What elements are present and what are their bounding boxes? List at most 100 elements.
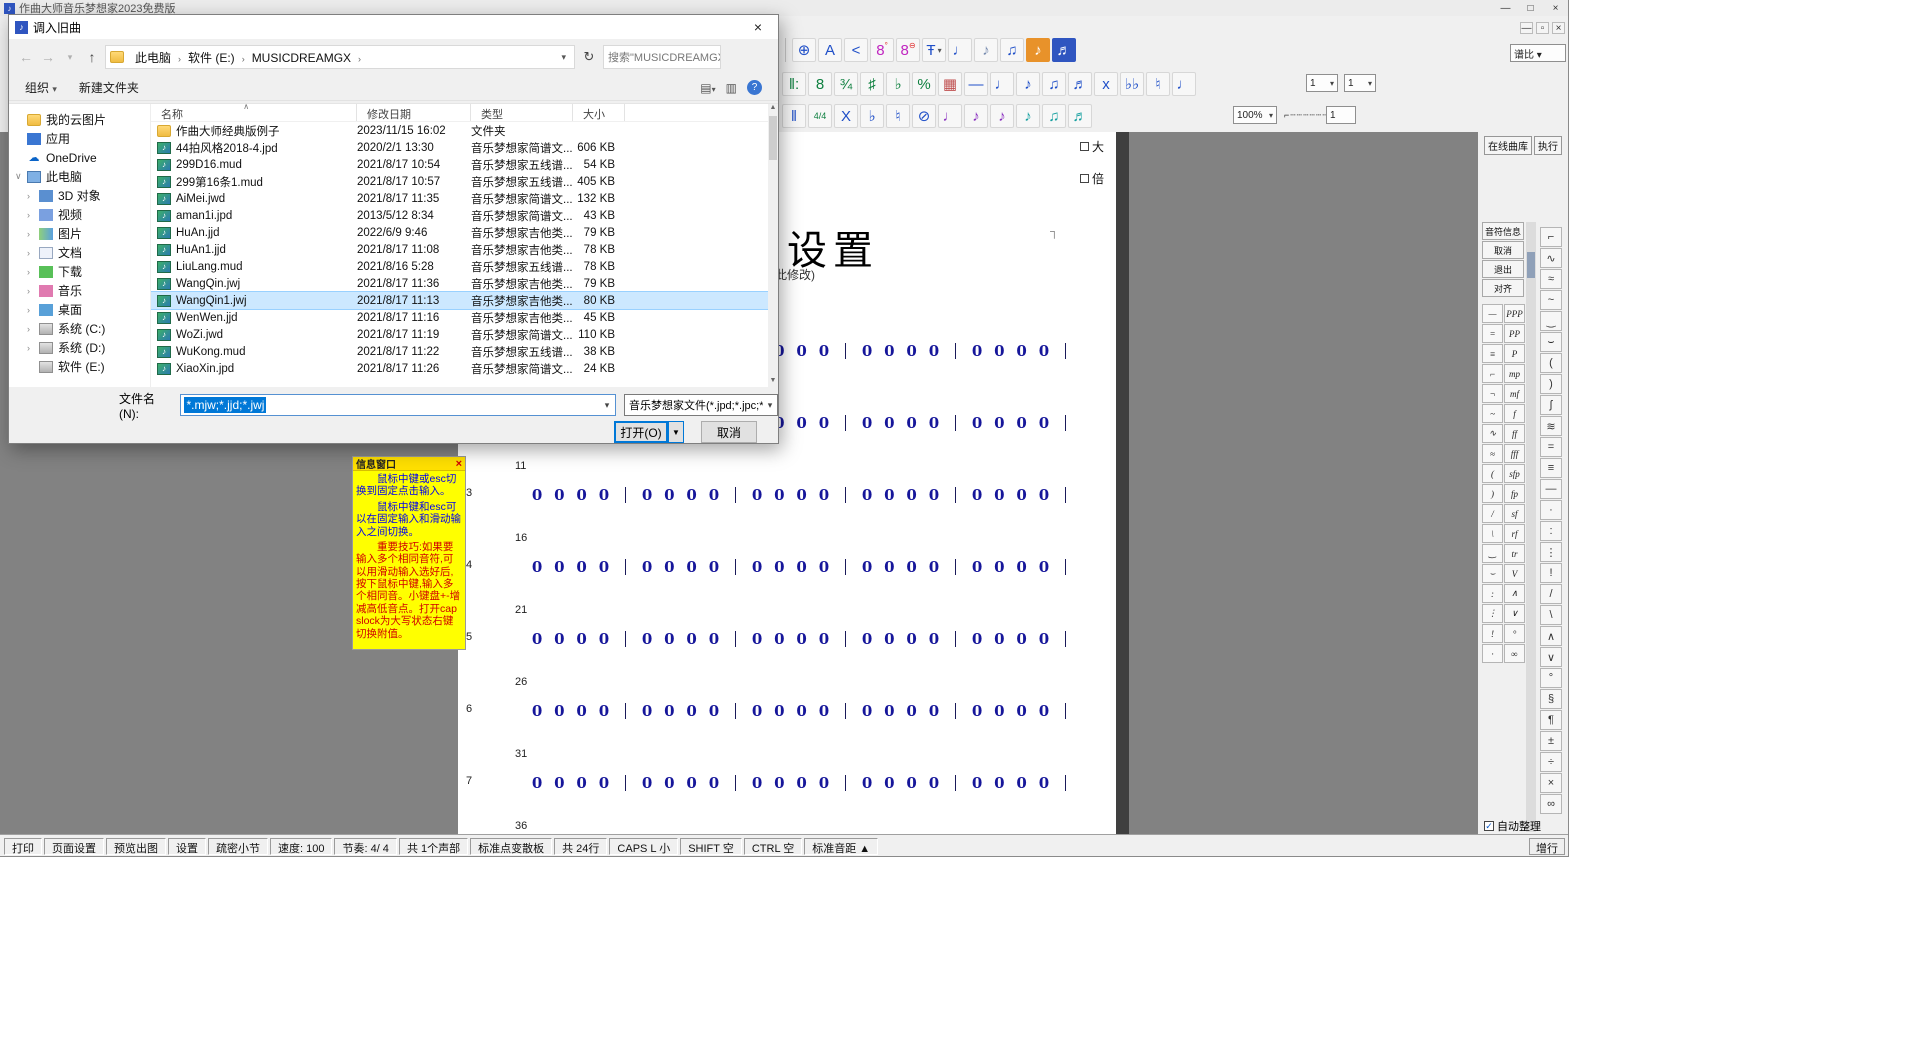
note-rest[interactable]: 0 bbox=[972, 342, 982, 360]
note-rest[interactable]: 0 bbox=[994, 342, 1004, 360]
sidebar-item-pc[interactable]: ∨此电脑 bbox=[9, 167, 150, 186]
note-rest[interactable]: 0 bbox=[994, 774, 1004, 792]
palette-icon[interactable]: ⋮ bbox=[1540, 542, 1562, 562]
checkbox-big[interactable]: 大 bbox=[1080, 138, 1104, 155]
purple-eighth2-icon[interactable]: ♪ bbox=[990, 104, 1014, 128]
note-rest[interactable]: 0 bbox=[686, 558, 696, 576]
view-mode-icon[interactable]: ▤▾ bbox=[700, 81, 715, 95]
status-item[interactable]: 疏密小节 bbox=[208, 838, 268, 855]
back-button[interactable]: ← bbox=[17, 49, 35, 65]
file-row[interactable]: ♪HuAn.jjd2022/6/9 9:46音乐梦想家吉他类...79 KB bbox=[151, 224, 778, 241]
measure[interactable]: 0000 bbox=[850, 414, 951, 432]
articulation-icon[interactable]: ! bbox=[1482, 624, 1503, 643]
note-rest[interactable]: 0 bbox=[532, 486, 542, 504]
note-rest[interactable]: 0 bbox=[599, 702, 609, 720]
sidebar-item-folder[interactable]: 我的云图片 bbox=[9, 110, 150, 129]
articulation-icon[interactable]: \ bbox=[1482, 524, 1503, 543]
note-rest[interactable]: 0 bbox=[929, 342, 939, 360]
chevron-down-icon[interactable]: ▾ bbox=[1365, 79, 1372, 88]
note-rest[interactable]: 0 bbox=[884, 486, 894, 504]
dynamic-button[interactable]: PPP bbox=[1504, 304, 1525, 323]
auto-arrange-checkbox[interactable]: ✓ 自动整理 bbox=[1484, 818, 1541, 834]
measure[interactable]: 0000 bbox=[520, 702, 621, 720]
double-sharp-icon[interactable]: x bbox=[1094, 72, 1118, 96]
chevron-down-icon[interactable]: ▾ bbox=[1266, 111, 1273, 120]
palette-icon[interactable]: \ bbox=[1540, 605, 1562, 625]
checkbox-icon[interactable] bbox=[1080, 174, 1089, 183]
refresh-icon[interactable]: ↻ bbox=[579, 49, 599, 65]
file-row[interactable]: ♪WenWen.jjd2021/8/17 11:16音乐梦想家吉他类...45 … bbox=[151, 309, 778, 326]
add-line-button[interactable]: 增行 bbox=[1529, 838, 1565, 855]
breadcrumb-segment[interactable]: 此电脑 bbox=[129, 51, 177, 65]
note-rest[interactable]: 0 bbox=[796, 486, 806, 504]
status-item[interactable]: 标准音距 ▲ bbox=[804, 838, 878, 855]
palette-icon[interactable]: — bbox=[1540, 479, 1562, 499]
note-rest[interactable]: 0 bbox=[642, 774, 652, 792]
dynamic-button[interactable]: ∞ bbox=[1504, 644, 1525, 663]
address-bar[interactable]: 此电脑›软件 (E:)›MUSICDREAMGX› ▾ bbox=[105, 45, 575, 69]
articulation-icon[interactable]: ⋮ bbox=[1482, 604, 1503, 623]
open-split-dropdown[interactable]: ▼ bbox=[668, 421, 684, 443]
note-rest[interactable]: 0 bbox=[576, 630, 586, 648]
sidebar-item-cloud[interactable]: ☁OneDrive bbox=[9, 148, 150, 167]
note-rest[interactable]: 0 bbox=[796, 630, 806, 648]
file-row[interactable]: ♪44拍风格2018-4.jpd2020/2/1 13:30音乐梦想家简谱文..… bbox=[151, 139, 778, 156]
measure[interactable]: 0000 bbox=[630, 774, 731, 792]
measure[interactable]: 0000 bbox=[520, 558, 621, 576]
note-rest[interactable]: 0 bbox=[774, 558, 784, 576]
note-rest[interactable]: 0 bbox=[796, 342, 806, 360]
file-row[interactable]: ♪WoZi.jwd2021/8/17 11:19音乐梦想家简谱文...110 K… bbox=[151, 326, 778, 343]
natural-icon[interactable]: ♮ bbox=[1146, 72, 1170, 96]
note-rest[interactable]: 0 bbox=[752, 486, 762, 504]
measure[interactable]: 0000 bbox=[850, 486, 951, 504]
measure[interactable]: 0000 bbox=[630, 558, 731, 576]
column-size[interactable]: 大小 bbox=[573, 104, 625, 121]
note-rest[interactable]: 0 bbox=[906, 774, 916, 792]
measure[interactable]: 0000 bbox=[630, 486, 731, 504]
purple-quarter-icon[interactable]: ♩ bbox=[938, 104, 962, 128]
eighth-note2-icon[interactable]: ♪ bbox=[1016, 72, 1040, 96]
measure[interactable]: 0000 bbox=[850, 342, 951, 360]
measure[interactable]: 0000 bbox=[960, 342, 1061, 360]
list-scrollbar[interactable]: ▲ ▼ bbox=[768, 104, 778, 387]
score-row[interactable]: 00000000000000000000 bbox=[520, 556, 1070, 578]
note-rest[interactable]: 0 bbox=[664, 774, 674, 792]
spacing-slider[interactable]: ⌐┄┄┄┄┄┄ bbox=[1281, 109, 1323, 121]
note-rest[interactable]: 0 bbox=[862, 342, 872, 360]
note-rest[interactable]: 0 bbox=[554, 486, 564, 504]
status-item[interactable]: 预览出图 bbox=[106, 838, 166, 855]
double-flat-icon[interactable]: ♭♭ bbox=[1120, 72, 1144, 96]
expander-icon[interactable]: › bbox=[27, 210, 39, 220]
note-rest[interactable]: 0 bbox=[862, 774, 872, 792]
octave-dot-icon[interactable]: 8° bbox=[870, 38, 894, 62]
sidebar-item-apps[interactable]: 应用 bbox=[9, 129, 150, 148]
breadcrumb-segment[interactable]: MUSICDREAMGX bbox=[246, 51, 357, 65]
articulation-icon[interactable]: — bbox=[1482, 304, 1503, 323]
dynamic-button[interactable]: tr bbox=[1504, 544, 1525, 563]
column-name[interactable]: ∧名称 bbox=[151, 104, 357, 121]
note-rest[interactable]: 0 bbox=[1039, 414, 1049, 432]
dynamic-button[interactable]: mp bbox=[1504, 364, 1525, 383]
status-item[interactable]: 速度: 100 bbox=[270, 838, 332, 855]
checkbox-checked-icon[interactable]: ✓ bbox=[1484, 821, 1494, 831]
note-rest[interactable]: 0 bbox=[774, 630, 784, 648]
angle-bracket-icon[interactable]: < bbox=[844, 38, 868, 62]
expander-icon[interactable]: › bbox=[27, 248, 39, 258]
note-rest[interactable]: 0 bbox=[884, 630, 894, 648]
note-rest[interactable]: 0 bbox=[1016, 702, 1026, 720]
palette-icon[interactable]: ≡ bbox=[1540, 458, 1562, 478]
maximize-button[interactable]: □ bbox=[1518, 0, 1543, 16]
column-type[interactable]: 类型 bbox=[471, 104, 573, 121]
measure[interactable]: 0000 bbox=[850, 774, 951, 792]
note-info-button[interactable]: 对齐 bbox=[1482, 279, 1524, 297]
note-rest[interactable]: 0 bbox=[664, 558, 674, 576]
note-rest[interactable]: 0 bbox=[906, 558, 916, 576]
palette-icon[interactable]: / bbox=[1540, 584, 1562, 604]
measure[interactable]: 0000 bbox=[960, 702, 1061, 720]
dynamic-button[interactable]: PP bbox=[1504, 324, 1525, 343]
note-rest[interactable]: 0 bbox=[554, 774, 564, 792]
note-rest[interactable]: 0 bbox=[532, 630, 542, 648]
note-rest[interactable]: 0 bbox=[972, 774, 982, 792]
dynamic-button[interactable]: ff bbox=[1504, 424, 1525, 443]
note-rest[interactable]: 0 bbox=[774, 774, 784, 792]
